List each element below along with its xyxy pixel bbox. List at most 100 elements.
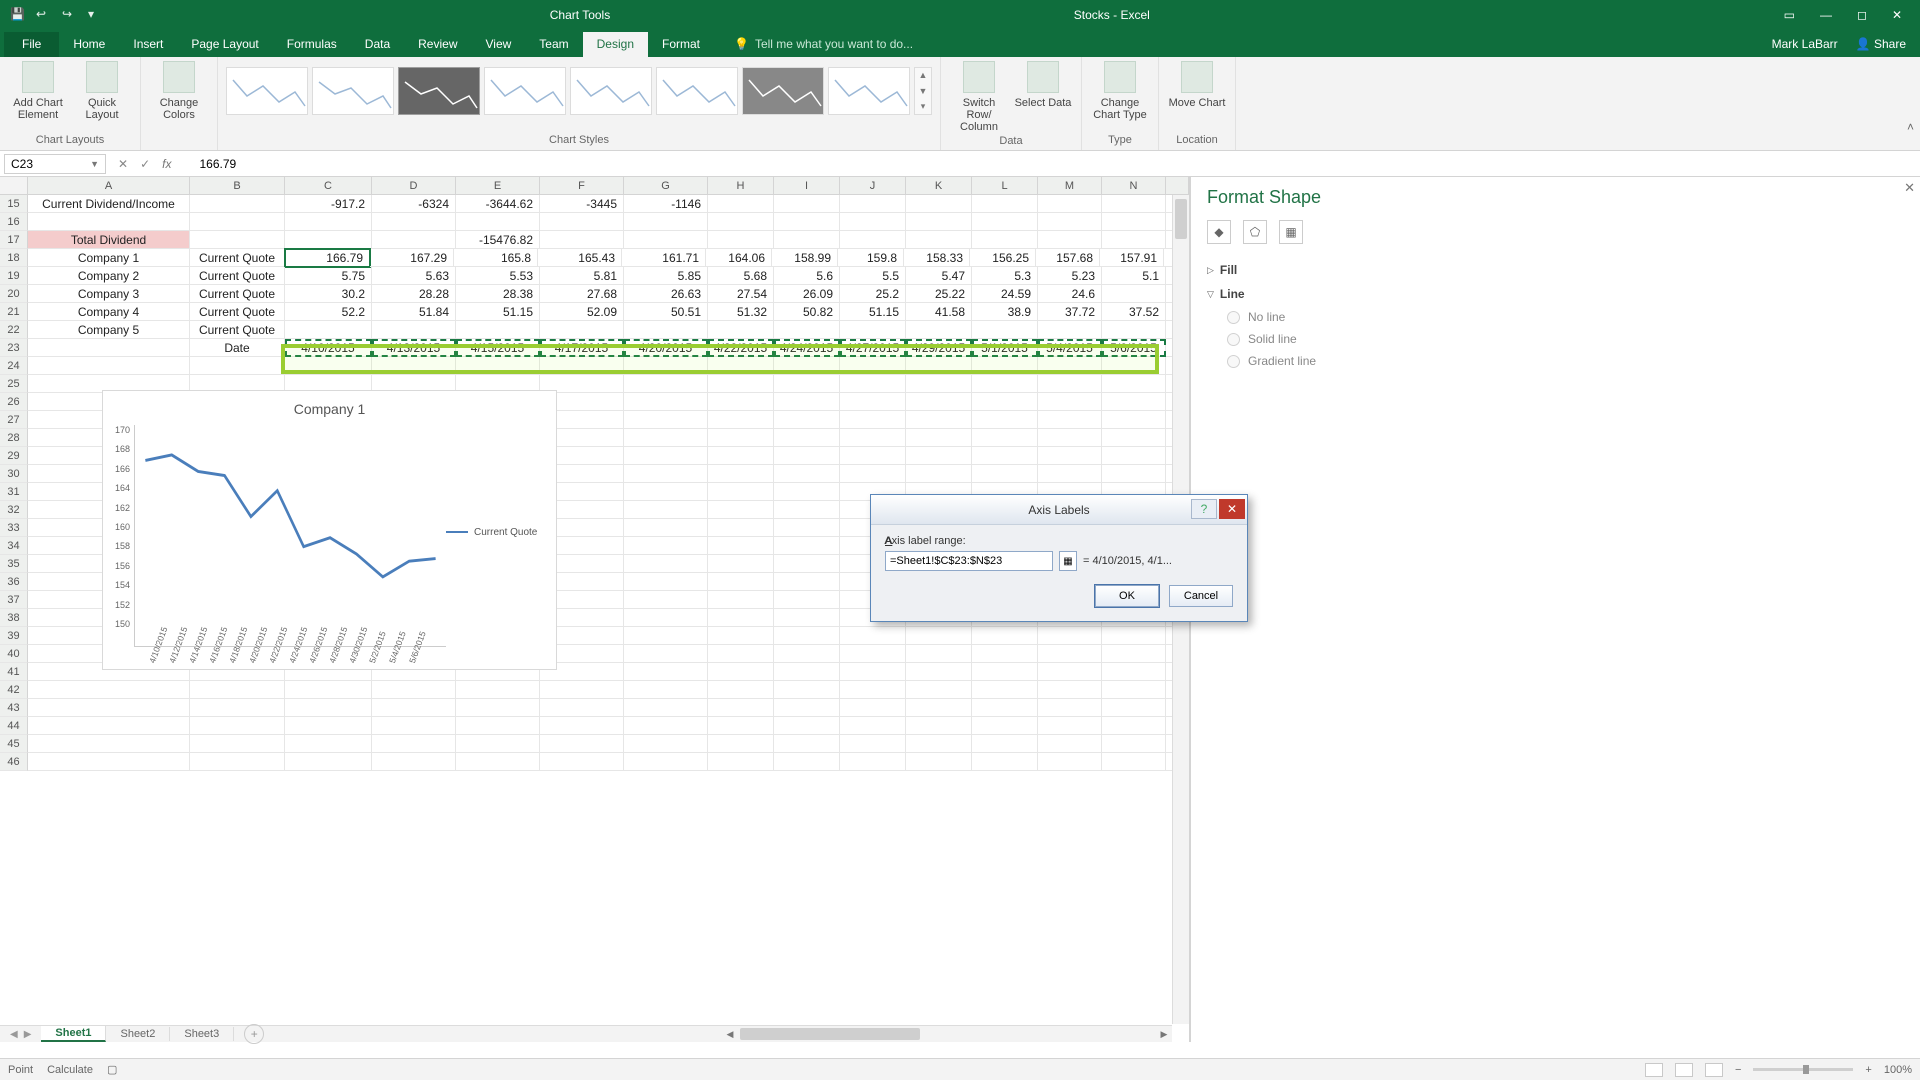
cell-G31[interactable] xyxy=(624,483,708,501)
cell-B46[interactable] xyxy=(190,753,285,771)
cell-N39[interactable] xyxy=(1102,627,1166,645)
cell-E18[interactable]: 165.8 xyxy=(454,249,538,267)
cell-H37[interactable] xyxy=(708,591,774,609)
cell-L42[interactable] xyxy=(972,681,1038,699)
name-box-dropdown-icon[interactable]: ▼ xyxy=(90,159,99,169)
collapse-ribbon-icon[interactable]: ˄ xyxy=(1907,120,1914,134)
cell-D45[interactable] xyxy=(372,735,456,753)
cell-E23[interactable]: 4/15/2015 xyxy=(456,339,540,357)
cell-F19[interactable]: 5.81 xyxy=(540,267,624,285)
horizontal-scrollbar[interactable]: ◀ ▶ xyxy=(722,1025,1172,1042)
cell-J45[interactable] xyxy=(840,735,906,753)
cancel-formula-icon[interactable]: ✕ xyxy=(118,157,128,171)
cell-D20[interactable]: 28.28 xyxy=(372,285,456,303)
zoom-knob[interactable] xyxy=(1803,1065,1809,1074)
cell-N22[interactable] xyxy=(1102,321,1166,339)
no-line-option[interactable]: No line xyxy=(1227,306,1904,328)
sheet-tab-1[interactable]: Sheet1 xyxy=(41,1026,106,1042)
cell-K15[interactable] xyxy=(906,195,972,213)
style-thumb-3[interactable] xyxy=(398,67,480,115)
cell-I44[interactable] xyxy=(774,717,840,735)
row-header-21[interactable]: 21 xyxy=(0,303,28,321)
cell-I23[interactable]: 4/24/2015 xyxy=(774,339,840,357)
cell-H18[interactable]: 164.06 xyxy=(706,249,772,267)
col-header-A[interactable]: A xyxy=(28,177,190,194)
cell-A42[interactable] xyxy=(28,681,190,699)
tab-page-layout[interactable]: Page Layout xyxy=(177,32,272,57)
cell-M45[interactable] xyxy=(1038,735,1102,753)
cell-L29[interactable] xyxy=(972,447,1038,465)
cell-G27[interactable] xyxy=(624,411,708,429)
dialog-close-button[interactable]: ✕ xyxy=(1219,499,1245,519)
cell-D18[interactable]: 167.29 xyxy=(370,249,454,267)
line-section[interactable]: ▽Line xyxy=(1207,282,1904,306)
cell-J21[interactable]: 51.15 xyxy=(840,303,906,321)
move-chart-button[interactable]: Move Chart xyxy=(1167,61,1227,109)
cell-I40[interactable] xyxy=(774,645,840,663)
cell-C15[interactable]: -917.2 xyxy=(285,195,372,213)
cell-C46[interactable] xyxy=(285,753,372,771)
row-header-43[interactable]: 43 xyxy=(0,699,28,717)
cell-H25[interactable] xyxy=(708,375,774,393)
cell-K17[interactable] xyxy=(906,231,972,249)
cell-N26[interactable] xyxy=(1102,393,1166,411)
row-header-45[interactable]: 45 xyxy=(0,735,28,753)
cell-I15[interactable] xyxy=(774,195,840,213)
cell-B44[interactable] xyxy=(190,717,285,735)
cell-B42[interactable] xyxy=(190,681,285,699)
fx-icon[interactable]: fx xyxy=(162,157,171,171)
cell-G17[interactable] xyxy=(624,231,708,249)
change-colors-button[interactable]: Change Colors xyxy=(149,61,209,121)
cell-M41[interactable] xyxy=(1038,663,1102,681)
cell-M27[interactable] xyxy=(1038,411,1102,429)
cell-H16[interactable] xyxy=(708,213,774,231)
cell-H23[interactable]: 4/22/2015 xyxy=(708,339,774,357)
cell-F45[interactable] xyxy=(540,735,624,753)
tab-insert[interactable]: Insert xyxy=(119,32,177,57)
cell-K22[interactable] xyxy=(906,321,972,339)
cell-K44[interactable] xyxy=(906,717,972,735)
cell-L43[interactable] xyxy=(972,699,1038,717)
cell-N40[interactable] xyxy=(1102,645,1166,663)
row-header-15[interactable]: 15 xyxy=(0,195,28,213)
row-header-39[interactable]: 39 xyxy=(0,627,28,645)
cell-J20[interactable]: 25.2 xyxy=(840,285,906,303)
user-name[interactable]: Mark LaBarr xyxy=(1772,37,1838,51)
row-header-34[interactable]: 34 xyxy=(0,537,28,555)
cell-H15[interactable] xyxy=(708,195,774,213)
sheet-tab-3[interactable]: Sheet3 xyxy=(170,1027,234,1041)
row-header-35[interactable]: 35 xyxy=(0,555,28,573)
style-thumb-7[interactable] xyxy=(742,67,824,115)
cell-J30[interactable] xyxy=(840,465,906,483)
cell-C43[interactable] xyxy=(285,699,372,717)
new-sheet-button[interactable]: + xyxy=(244,1024,264,1044)
save-icon[interactable]: 💾 xyxy=(10,7,26,23)
solid-line-option[interactable]: Solid line xyxy=(1227,328,1904,350)
cell-I25[interactable] xyxy=(774,375,840,393)
cell-F15[interactable]: -3445 xyxy=(540,195,624,213)
cell-K24[interactable] xyxy=(906,357,972,375)
cell-C24[interactable] xyxy=(285,357,372,375)
cell-J19[interactable]: 5.5 xyxy=(840,267,906,285)
cell-A24[interactable] xyxy=(28,357,190,375)
qat-more-icon[interactable]: ▾ xyxy=(88,7,104,23)
cell-N18[interactable]: 157.91 xyxy=(1100,249,1164,267)
tab-data[interactable]: Data xyxy=(351,32,404,57)
axis-labels-dialog[interactable]: Axis Labels ? ✕ AAxis label range: ▦ = 4… xyxy=(870,494,1248,622)
cell-N16[interactable] xyxy=(1102,213,1166,231)
change-chart-type-button[interactable]: Change Chart Type xyxy=(1090,61,1150,121)
cell-A18[interactable]: Company 1 xyxy=(28,249,190,267)
cell-F22[interactable] xyxy=(540,321,624,339)
cell-H21[interactable]: 51.32 xyxy=(708,303,774,321)
cell-J17[interactable] xyxy=(840,231,906,249)
cell-L24[interactable] xyxy=(972,357,1038,375)
cell-L41[interactable] xyxy=(972,663,1038,681)
cell-J23[interactable]: 4/27/2015 xyxy=(840,339,906,357)
cell-I36[interactable] xyxy=(774,573,840,591)
row-header-38[interactable]: 38 xyxy=(0,609,28,627)
row-header-40[interactable]: 40 xyxy=(0,645,28,663)
cell-J16[interactable] xyxy=(840,213,906,231)
cell-H35[interactable] xyxy=(708,555,774,573)
cell-K42[interactable] xyxy=(906,681,972,699)
cell-G18[interactable]: 161.71 xyxy=(622,249,706,267)
